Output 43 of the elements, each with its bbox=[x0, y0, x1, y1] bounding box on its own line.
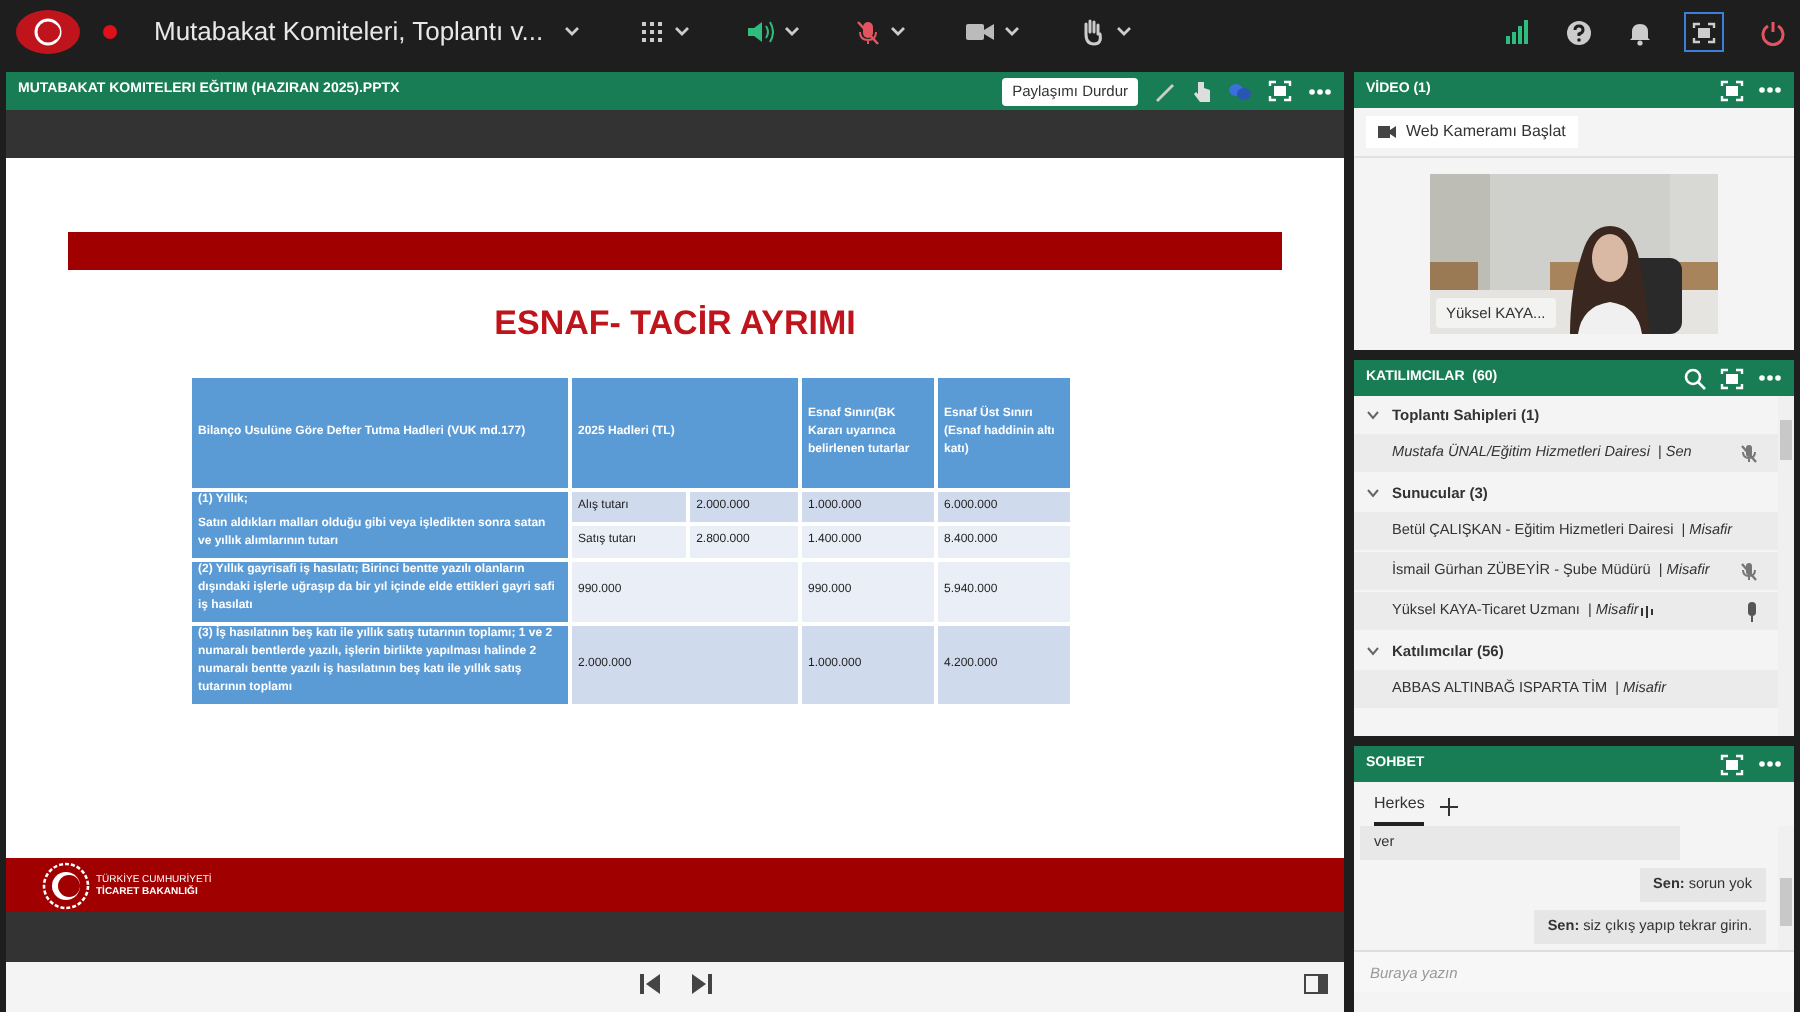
caret-icon[interactable] bbox=[673, 26, 690, 38]
scrollbar[interactable] bbox=[1778, 826, 1794, 950]
chevron-icon bbox=[1366, 488, 1380, 498]
recording-dot-icon bbox=[102, 24, 118, 40]
camera-icon[interactable] bbox=[965, 22, 994, 42]
fullscreen-icon[interactable] bbox=[1268, 80, 1292, 102]
fullscreen-icon[interactable] bbox=[1720, 753, 1744, 775]
grid-icon[interactable] bbox=[639, 20, 664, 44]
add-icon[interactable] bbox=[1440, 798, 1459, 816]
more-icon[interactable] bbox=[1758, 760, 1782, 768]
caret-icon[interactable] bbox=[1003, 26, 1020, 38]
camera-icon bbox=[1378, 126, 1396, 138]
chevron-icon bbox=[1366, 410, 1380, 420]
power-icon[interactable] bbox=[1760, 19, 1786, 45]
speaker-icon[interactable] bbox=[745, 20, 774, 44]
search-icon[interactable] bbox=[1684, 367, 1706, 389]
slide-title: ESNAF- TACİR AYRIMI bbox=[494, 302, 856, 346]
emblem-logo-icon bbox=[14, 8, 82, 56]
more-icon[interactable] bbox=[1758, 86, 1782, 94]
caret-icon[interactable] bbox=[563, 26, 580, 38]
fullscreen-button[interactable] bbox=[1684, 12, 1724, 52]
pointer-hand-icon[interactable] bbox=[1192, 80, 1212, 102]
fullscreen-icon[interactable] bbox=[1720, 79, 1744, 101]
next-slide-icon[interactable] bbox=[691, 974, 711, 994]
help-icon[interactable] bbox=[1566, 19, 1592, 45]
pen-icon[interactable] bbox=[1154, 80, 1176, 102]
previous-slide-icon[interactable] bbox=[639, 974, 659, 994]
raised-hand-icon[interactable] bbox=[1079, 18, 1106, 46]
caret-icon[interactable] bbox=[889, 26, 906, 38]
muted-mic-icon[interactable] bbox=[855, 19, 880, 45]
signal-icon[interactable] bbox=[1506, 20, 1530, 44]
more-icon[interactable] bbox=[1308, 87, 1332, 95]
meeting-title: Mutabakat Komiteleri, Toplantı v... bbox=[154, 14, 544, 51]
caret-icon[interactable] bbox=[783, 26, 800, 38]
scrollbar[interactable] bbox=[1778, 396, 1794, 736]
more-icon[interactable] bbox=[1758, 374, 1782, 382]
caret-icon[interactable] bbox=[1115, 26, 1132, 38]
chevron-icon bbox=[1366, 646, 1380, 656]
start-webcam-button[interactable]: Web Kameramı Başlat bbox=[1366, 116, 1578, 148]
fullscreen-icon bbox=[1692, 21, 1716, 43]
sidebar-toggle-icon[interactable] bbox=[1304, 974, 1328, 994]
fullscreen-icon[interactable] bbox=[1720, 367, 1744, 389]
bell-icon[interactable] bbox=[1628, 19, 1652, 45]
